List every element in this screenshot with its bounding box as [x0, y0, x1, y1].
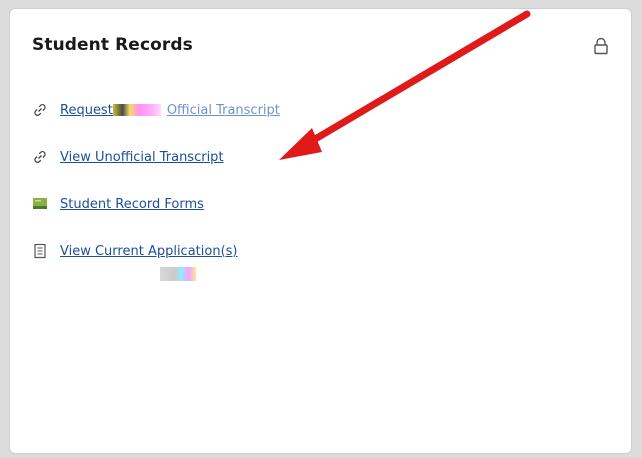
view-unofficial-transcript-link[interactable]: View Unofficial Transcript: [60, 150, 224, 165]
link-row-current-applications[interactable]: View Current Application(s): [32, 240, 609, 262]
link-icon: [32, 149, 48, 165]
request-transcript-link-trailing[interactable]: Official Transcript: [167, 103, 280, 118]
image-artifact: [160, 267, 196, 281]
card-header: Student Records: [32, 35, 609, 65]
view-current-applications-link[interactable]: View Current Application(s): [60, 244, 238, 259]
book-icon: [32, 196, 48, 212]
records-link-list: Request Official Transcript View Unoffic…: [32, 99, 609, 287]
lock-icon[interactable]: [593, 37, 609, 55]
student-records-card: Student Records Request Official Transcr…: [9, 8, 632, 454]
request-transcript-link[interactable]: Request: [60, 103, 113, 118]
link-icon: [32, 102, 48, 118]
link-row-record-forms[interactable]: Student Record Forms: [32, 193, 609, 215]
link-row-request-transcript[interactable]: Request Official Transcript: [32, 99, 609, 121]
card-title: Student Records: [32, 35, 193, 55]
image-artifact: [112, 104, 161, 116]
student-record-forms-link[interactable]: Student Record Forms: [60, 197, 204, 212]
document-icon: [32, 243, 48, 259]
link-row-unofficial-transcript[interactable]: View Unofficial Transcript: [32, 146, 609, 168]
page-background: Student Records Request Official Transcr…: [0, 0, 642, 458]
